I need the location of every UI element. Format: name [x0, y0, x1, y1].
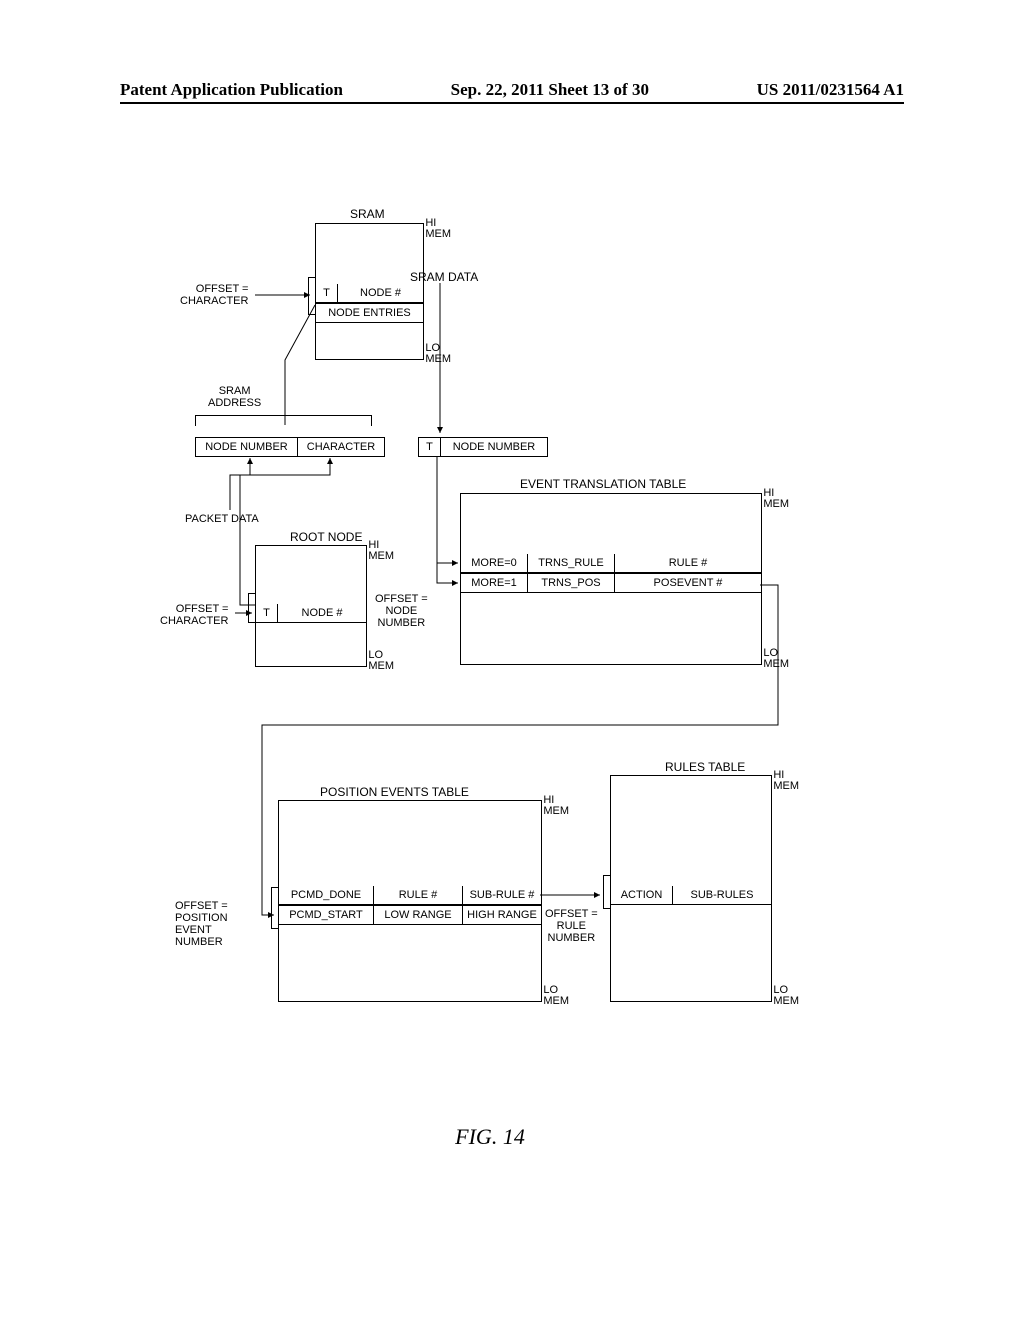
node-entries-row: NODE ENTRIES: [316, 303, 423, 323]
node-num-cell: NODE #: [338, 284, 423, 302]
more1-cell: MORE=1: [461, 574, 528, 592]
lo-mem-root: LO MEM: [368, 650, 394, 672]
packet-data-label: PACKET DATA: [185, 513, 259, 525]
hi-mem-rt: HI MEM: [773, 770, 799, 792]
hi-mem-pet: HI MEM: [543, 795, 569, 817]
event-trans-title: EVENT TRANSLATION TABLE: [520, 477, 686, 491]
high-range-cell: HIGH RANGE: [463, 906, 541, 924]
node-number-out: NODE NUMBER: [441, 438, 547, 456]
root-node-table: HI MEM LO MEM T NODE #: [255, 545, 367, 667]
pcmd-start-cell: PCMD_START: [279, 906, 374, 924]
node-number-field: NODE NUMBER: [196, 438, 298, 456]
rule-num-pet: RULE #: [374, 886, 463, 904]
header-left: Patent Application Publication: [120, 80, 343, 100]
header-center: Sep. 22, 2011 Sheet 13 of 30: [451, 80, 649, 100]
sram-address-label: SRAM ADDRESS: [208, 385, 261, 409]
pcmd-start-row: PCMD_START LOW RANGE HIGH RANGE: [279, 905, 541, 925]
rules-table: HI MEM LO MEM ACTION SUB-RULES: [610, 775, 772, 1002]
hi-mem-label: HI MEM: [425, 218, 451, 240]
rule-num-cell: RULE #: [615, 554, 761, 572]
offset-node-num-label: OFFSET = NODE NUMBER: [375, 593, 428, 629]
sram-address-bar: NODE NUMBER CHARACTER: [195, 437, 385, 457]
pcmd-done-row: PCMD_DONE RULE # SUB-RULE #: [279, 886, 541, 905]
rules-table-title: RULES TABLE: [665, 760, 745, 774]
lo-mem-pet: LO MEM: [543, 985, 569, 1007]
trns-rule-cell: TRNS_RULE: [528, 554, 615, 572]
rules-row: ACTION SUB-RULES: [611, 886, 771, 905]
pcmd-done-cell: PCMD_DONE: [279, 886, 374, 904]
root-bracket: [248, 593, 255, 623]
pet-bracket: [271, 887, 278, 929]
sram-title: SRAM: [350, 207, 385, 221]
sram-data-bar: T NODE NUMBER: [418, 437, 548, 457]
lo-mem-ett: LO MEM: [763, 648, 789, 670]
sram-data-label: SRAM DATA: [410, 270, 478, 284]
figure-caption: FIG. 14: [140, 1124, 840, 1150]
lo-mem-label: LO MEM: [425, 343, 451, 365]
trns-pos-cell: TRNS_POS: [528, 574, 615, 592]
header-right: US 2011/0231564 A1: [757, 80, 904, 100]
more0-cell: MORE=0: [461, 554, 528, 572]
root-t-cell: T: [256, 604, 278, 622]
action-cell: ACTION: [611, 886, 673, 904]
hi-mem-root: HI MEM: [368, 540, 394, 562]
posevent-num-cell: POSEVENT #: [615, 574, 761, 592]
sram-table: HI MEM LO MEM T NODE # NODE ENTRIES: [315, 223, 424, 360]
root-node-cell: NODE #: [278, 604, 366, 622]
event-translation-table: HI MEM LO MEM MORE=0 TRNS_RULE RULE # MO…: [460, 493, 762, 665]
trns-rule-row: MORE=0 TRNS_RULE RULE #: [461, 554, 761, 573]
root-node-title: ROOT NODE: [290, 530, 362, 544]
lo-mem-rt: LO MEM: [773, 985, 799, 1007]
sram-row: T NODE #: [316, 284, 423, 303]
offset-rule-num-label: OFFSET = RULE NUMBER: [545, 908, 598, 944]
trns-pos-row: MORE=1 TRNS_POS POSEVENT #: [461, 573, 761, 593]
hi-mem-ett: HI MEM: [763, 488, 789, 510]
address-brace: [195, 415, 372, 426]
subrule-num-cell: SUB-RULE #: [463, 886, 541, 904]
low-range-cell: LOW RANGE: [374, 906, 463, 924]
offset-char-label2: OFFSET = CHARACTER: [160, 603, 228, 627]
character-field: CHARACTER: [298, 438, 384, 456]
pos-events-title: POSITION EVENTS TABLE: [320, 785, 469, 799]
offset-pos-event-label: OFFSET = POSITION EVENT NUMBER: [175, 900, 228, 948]
root-node-row: T NODE #: [256, 604, 366, 623]
t-cell: T: [316, 284, 338, 302]
figure-14-diagram: SRAM HI MEM LO MEM T NODE # NODE ENTRIES…: [140, 215, 840, 1085]
position-events-table: HI MEM LO MEM PCMD_DONE RULE # SUB-RULE …: [278, 800, 542, 1002]
node-entries-cell: NODE ENTRIES: [316, 304, 423, 322]
rules-bracket: [603, 875, 610, 909]
sram-bracket: [308, 277, 315, 315]
sub-rules-cell: SUB-RULES: [673, 886, 771, 904]
offset-char-label: OFFSET = CHARACTER: [180, 283, 248, 307]
t-out-cell: T: [419, 438, 441, 456]
page-header: Patent Application Publication Sep. 22, …: [120, 80, 904, 104]
